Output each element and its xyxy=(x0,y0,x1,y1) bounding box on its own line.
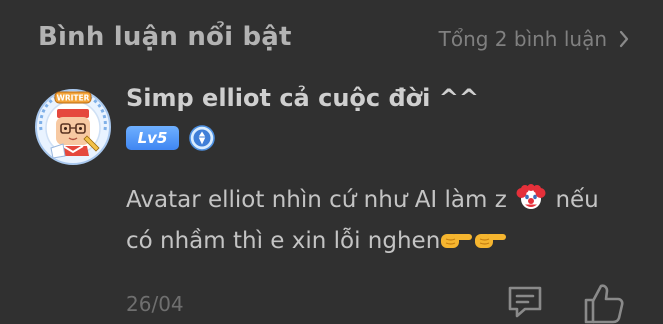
comment-reply-icon[interactable] xyxy=(505,282,545,322)
comment-text-part-2: nếu xyxy=(555,187,599,213)
level-badge: Lv5 xyxy=(126,126,179,150)
comment-text-part-3: có nhầm thì e xin lỗi nghen xyxy=(126,228,441,254)
pointing-right-icon xyxy=(441,234,473,248)
pointing-right-icon xyxy=(475,234,507,248)
comment-username[interactable]: Simp elliot cả cuộc đời ^^ xyxy=(126,84,479,112)
user-avatar[interactable]: WRITER xyxy=(33,86,113,166)
total-comments-label: Tổng 2 bình luận xyxy=(438,27,607,51)
chevron-right-icon xyxy=(619,30,629,48)
writer-badge-text: WRITER xyxy=(57,94,90,103)
thumbs-up-icon[interactable] xyxy=(582,280,626,324)
user-badges: Lv5 xyxy=(126,125,215,151)
comment-text-part-1: Avatar elliot nhìn cứ như AI làm z xyxy=(126,187,507,213)
comments-header: Bình luận nổi bật Tổng 2 bình luận xyxy=(0,0,663,80)
clown-face-icon xyxy=(516,184,546,209)
total-comments-link[interactable]: Tổng 2 bình luận xyxy=(439,27,629,51)
comment-line-2: có nhầm thì e xin lỗi nghen xyxy=(126,221,636,262)
comment-body: Avatar elliot nhìn cứ như AI làm z nếu c… xyxy=(126,180,636,262)
comment-line-1: Avatar elliot nhìn cứ như AI làm z nếu xyxy=(126,180,636,221)
comment-date: 26/04 xyxy=(126,292,184,316)
diamond-rank-icon xyxy=(189,125,215,151)
section-title: Bình luận nổi bật xyxy=(38,22,292,52)
